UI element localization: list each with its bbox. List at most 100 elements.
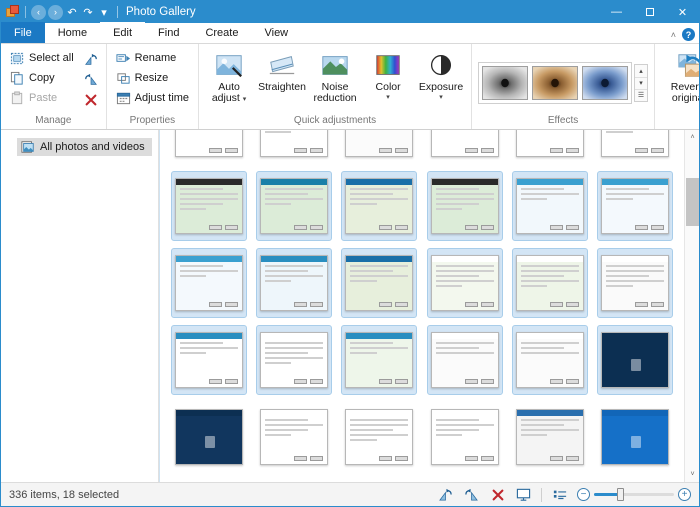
rotate-right-button[interactable] — [463, 487, 480, 503]
thumbnail-item[interactable] — [597, 324, 674, 395]
thumbnail-item[interactable] — [426, 247, 503, 318]
thumbnail-item[interactable] — [171, 402, 247, 472]
tab-home[interactable]: Home — [45, 22, 100, 43]
photo-grid-cell — [507, 130, 592, 167]
photo-grid-cell — [251, 130, 336, 167]
thumbnail-item[interactable] — [255, 247, 332, 318]
thumbnail-item[interactable] — [341, 247, 418, 318]
photo-library-icon — [21, 141, 34, 153]
thumbnail-item[interactable] — [512, 402, 588, 472]
zoom-slider-handle[interactable] — [616, 488, 624, 501]
scroll-down-button[interactable]: ˅ — [685, 467, 699, 482]
collapse-ribbon-button[interactable]: ˄ — [671, 30, 676, 40]
zoom-slider[interactable] — [594, 488, 674, 501]
resize-icon — [117, 72, 130, 84]
thumbnail-item[interactable] — [597, 130, 673, 164]
maximize-button[interactable] — [633, 1, 666, 23]
forward-button[interactable]: › — [48, 4, 63, 20]
customize-quick-access-toolbar-button[interactable]: ▾ — [97, 5, 111, 20]
thumbnail-item[interactable] — [256, 402, 332, 472]
effects-scroll-down-button[interactable]: ▾ — [635, 76, 648, 89]
delete-button[interactable] — [82, 91, 100, 108]
thumbnail-item[interactable] — [171, 479, 247, 483]
thumbnail-item[interactable] — [427, 479, 503, 483]
redo-button[interactable]: ↷ — [81, 5, 95, 20]
paste-button[interactable]: Paste — [7, 89, 77, 107]
rotate-left-button[interactable] — [82, 51, 100, 68]
photo-grid-cell — [422, 398, 507, 475]
details-view-button[interactable] — [551, 487, 568, 503]
thumbnail-item[interactable] — [511, 170, 588, 241]
thumbnail-item[interactable] — [427, 402, 503, 472]
thumbnail-item[interactable] — [597, 479, 673, 483]
color-button[interactable]: Color ▾ — [364, 49, 412, 103]
tab-edit[interactable]: Edit — [100, 22, 146, 43]
vertical-scrollbar[interactable]: ˄ ˅ — [684, 130, 699, 482]
navigation-pane: All photos and videos — [1, 130, 159, 482]
thumbnail-item[interactable] — [255, 324, 332, 395]
noise-reduction-button[interactable]: Noise reduction — [311, 49, 359, 106]
thumbnail-item[interactable] — [597, 170, 674, 241]
scroll-up-button[interactable]: ˄ — [685, 130, 699, 145]
help-icon[interactable]: ? — [682, 28, 695, 41]
thumbnail-item[interactable] — [597, 247, 674, 318]
tab-create[interactable]: Create — [192, 22, 251, 43]
thumbnail-item[interactable] — [426, 170, 503, 241]
effect-thumbnail-grayscale[interactable] — [482, 65, 529, 100]
close-button[interactable]: ✕ — [666, 1, 699, 23]
straighten-button[interactable]: Straighten — [258, 49, 306, 95]
tab-find[interactable]: Find — [145, 22, 192, 43]
undo-button[interactable]: ↶ — [65, 5, 79, 20]
rename-button[interactable]: Rename — [113, 49, 192, 67]
nav-item-all-photos-and-videos[interactable]: All photos and videos — [17, 138, 152, 156]
zoom-in-button[interactable]: + — [678, 488, 691, 501]
slideshow-button[interactable] — [515, 487, 532, 503]
thumbnail-item[interactable] — [512, 479, 588, 483]
delete-button[interactable] — [489, 487, 506, 503]
effect-thumbnail-sepia[interactable] — [532, 65, 579, 100]
chevron-down-icon[interactable]: ▾ — [386, 93, 390, 101]
effects-scroll-up-button[interactable]: ▴ — [635, 64, 648, 77]
revert-to-original-button[interactable]: Revert tooriginal ▾ — [661, 49, 699, 107]
label: Exposure — [418, 81, 464, 93]
thumbnail-item[interactable] — [511, 324, 588, 395]
photo-gallery-icon[interactable] — [6, 5, 20, 19]
thumbnail-item[interactable] — [170, 170, 247, 241]
thumbnail-item[interactable] — [512, 130, 588, 164]
select-all-button[interactable]: Select all — [7, 49, 77, 67]
adjust-time-button[interactable]: Adjust time — [113, 89, 192, 107]
rotate-left-button[interactable] — [437, 487, 454, 503]
thumbnail-item[interactable] — [170, 247, 247, 318]
thumbnail-item[interactable] — [255, 170, 332, 241]
thumbnail-item[interactable] — [256, 130, 332, 164]
thumbnail-item[interactable] — [426, 324, 503, 395]
thumbnail-item[interactable] — [170, 324, 247, 395]
exposure-button[interactable]: Exposure ▾ — [417, 49, 465, 103]
thumbnail-item[interactable] — [256, 479, 332, 483]
copy-button[interactable]: Copy — [7, 69, 77, 87]
photo-thumbnail-image — [601, 177, 670, 234]
thumbnail-item[interactable] — [171, 130, 247, 164]
ribbon-tools: ˄ ? — [671, 28, 695, 41]
thumbnail-item[interactable] — [597, 402, 673, 472]
scrollbar-thumb[interactable] — [686, 178, 699, 226]
effect-thumbnail-cyanotype[interactable] — [582, 65, 629, 100]
thumbnail-item[interactable] — [511, 247, 588, 318]
resize-button[interactable]: Resize — [113, 69, 192, 87]
chevron-down-icon[interactable]: ▾ — [439, 93, 443, 101]
effects-more-button[interactable]: ☰ — [635, 88, 648, 101]
thumbnail-item[interactable] — [427, 130, 503, 164]
tab-file[interactable]: File — [1, 22, 45, 43]
rotate-right-button[interactable] — [82, 71, 100, 88]
thumbnail-item[interactable] — [341, 170, 418, 241]
back-button[interactable]: ‹ — [31, 4, 46, 20]
photo-thumbnail-image — [430, 130, 499, 157]
thumbnail-item[interactable] — [341, 479, 417, 483]
thumbnail-item[interactable] — [341, 130, 417, 164]
zoom-out-button[interactable]: − — [577, 488, 590, 501]
tab-view[interactable]: View — [251, 22, 301, 43]
auto-adjust-button[interactable]: Auto adjust ▾ — [205, 49, 253, 107]
minimize-button[interactable]: — — [600, 1, 633, 23]
thumbnail-item[interactable] — [341, 324, 418, 395]
thumbnail-item[interactable] — [341, 402, 417, 472]
